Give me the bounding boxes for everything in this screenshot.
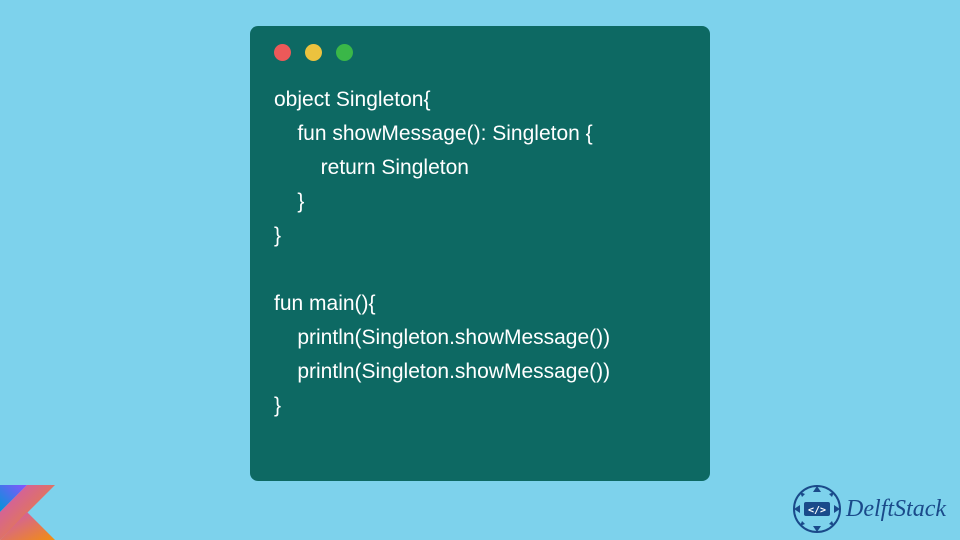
code-line: fun showMessage(): Singleton { xyxy=(274,122,593,145)
code-line: } xyxy=(274,394,281,417)
code-line: } xyxy=(274,224,281,247)
delftstack-badge-icon: </> xyxy=(792,484,842,534)
code-content: object Singleton{ fun showMessage(): Sin… xyxy=(274,83,686,423)
minimize-icon xyxy=(305,44,322,61)
code-line: println(Singleton.showMessage()) xyxy=(274,326,610,349)
window-controls xyxy=(274,44,686,61)
code-line: println(Singleton.showMessage()) xyxy=(274,360,610,383)
svg-text:</>: </> xyxy=(808,505,826,516)
code-line: fun main(){ xyxy=(274,292,376,315)
code-line: return Singleton xyxy=(274,156,469,179)
code-window: object Singleton{ fun showMessage(): Sin… xyxy=(250,26,710,481)
delftstack-brand-text: DelftStack xyxy=(846,496,946,523)
delftstack-logo: </> DelftStack xyxy=(792,484,946,534)
code-line: object Singleton{ xyxy=(274,88,430,111)
maximize-icon xyxy=(336,44,353,61)
close-icon xyxy=(274,44,291,61)
kotlin-logo-icon xyxy=(0,485,55,540)
code-line: } xyxy=(274,190,304,213)
